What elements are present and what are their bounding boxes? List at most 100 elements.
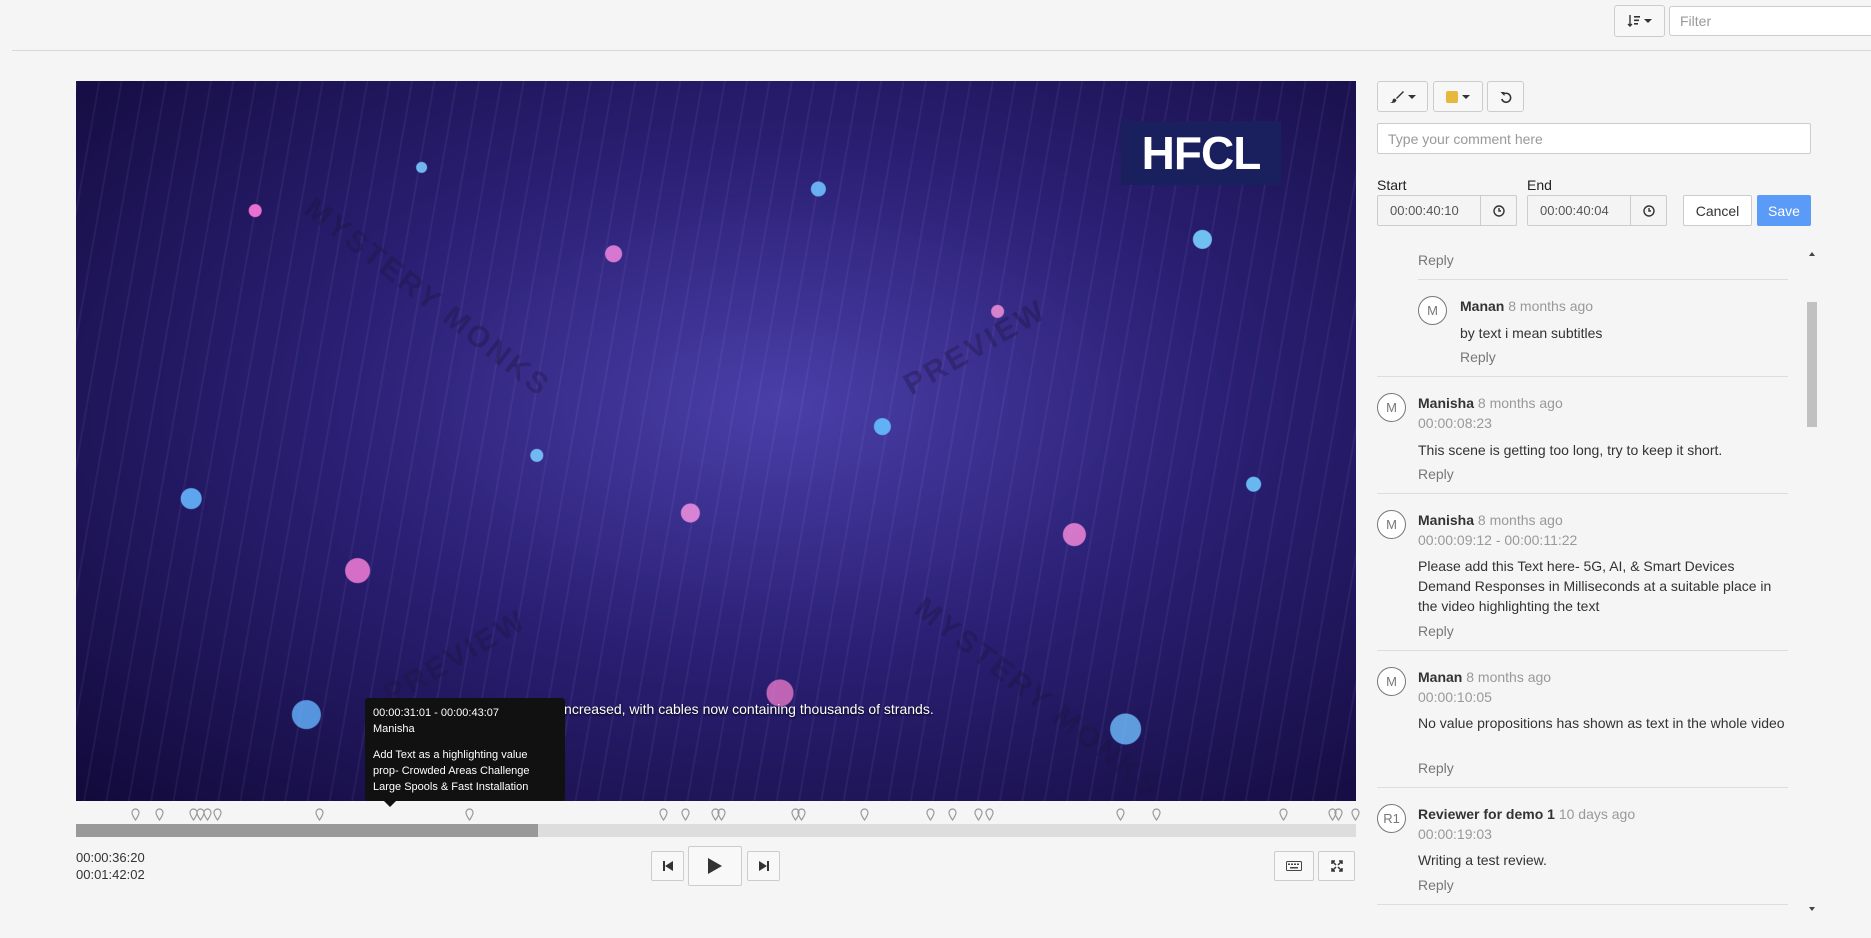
author-name: Reviewer for demo 1 [1418, 806, 1555, 822]
comment-marker-icon[interactable] [1334, 808, 1343, 821]
scroll-up-icon[interactable] [1809, 252, 1815, 256]
comment-scrollbar[interactable] [1806, 247, 1818, 917]
comment-input[interactable] [1377, 123, 1811, 154]
clock-icon [1642, 204, 1655, 217]
comment-marker-icon[interactable] [315, 808, 324, 821]
sort-amount-icon [1627, 15, 1640, 27]
comment-marker-icon[interactable] [1351, 808, 1360, 821]
set-start-time-button[interactable] [1480, 196, 1516, 225]
author-name: Manisha [1418, 512, 1475, 528]
comment-author: Manan 8 months ago [1460, 298, 1593, 314]
top-toolbar [12, 0, 1871, 51]
reply-link[interactable]: Reply [1418, 623, 1454, 639]
comment-age: 8 months ago [1508, 298, 1594, 314]
comment-text: by text i mean subtitles [1460, 325, 1603, 341]
avatar: M [1418, 296, 1447, 325]
comment-age: 8 months ago [1477, 395, 1563, 411]
comment-author: Manisha 8 months ago [1418, 512, 1563, 528]
keyboard-icon [1286, 861, 1302, 871]
comment-text: This scene is getting too long, try to k… [1418, 442, 1723, 458]
clock-icon [1492, 204, 1505, 217]
next-frame-button[interactable] [747, 851, 780, 881]
reply-link[interactable]: Reply [1418, 760, 1454, 776]
comment-text: Writing a test review. [1418, 852, 1547, 868]
filter-input[interactable] [1669, 6, 1871, 36]
avatar: M [1377, 667, 1406, 696]
comment-age: 8 months ago [1477, 512, 1563, 528]
comment-marker-icon[interactable] [1279, 808, 1288, 821]
author-name: Manan [1418, 669, 1463, 685]
previous-frame-button[interactable] [651, 851, 684, 881]
comment-marker-icon[interactable] [213, 808, 222, 821]
reply-link[interactable]: Reply [1418, 877, 1454, 893]
video-logo: HFCL [1121, 121, 1281, 185]
set-end-time-button[interactable] [1630, 196, 1666, 225]
tooltip-time-range: 00:00:31:01 - 00:00:43:07 [373, 707, 499, 719]
comment-timecode[interactable]: 00:00:08:23 [1418, 415, 1492, 431]
comment-marker-icon[interactable] [203, 808, 212, 821]
brush-tool-button[interactable] [1377, 81, 1428, 112]
comment-marker-icon[interactable] [797, 808, 806, 821]
expand-icon [1330, 860, 1343, 872]
fullscreen-button[interactable] [1318, 851, 1355, 881]
comment-marker-icon[interactable] [985, 808, 994, 821]
chevron-down-icon [1462, 94, 1470, 99]
comment-tooltip: 00:00:31:01 - 00:00:43:07 Manisha Add Te… [365, 698, 565, 801]
comment-marker-icon[interactable] [1116, 808, 1125, 821]
start-label: Start [1377, 177, 1407, 193]
comment-timecode[interactable]: 00:00:10:05 [1418, 689, 1492, 705]
comment-timecode[interactable]: 00:00:19:03 [1418, 826, 1492, 842]
end-time-field[interactable]: 00:00:40:04 [1527, 195, 1667, 226]
comment-marker-icon[interactable] [131, 808, 140, 821]
scroll-thumb[interactable] [1807, 302, 1817, 427]
comment-age: 8 months ago [1466, 669, 1552, 685]
reply-link[interactable]: Reply [1460, 349, 1496, 365]
comment-timecode[interactable]: 00:00:09:12 - 00:00:11:22 [1418, 532, 1577, 548]
progress-fill [76, 824, 539, 837]
comment-text: Please add this Text here- 5G, AI, & Sma… [1418, 558, 1772, 614]
comment-text: No value propositions has shown as text … [1418, 715, 1785, 731]
end-label: End [1527, 177, 1552, 193]
divider [1377, 787, 1788, 788]
current-time: 00:00:36:20 [76, 850, 145, 865]
avatar: M [1377, 393, 1406, 422]
comment-list: Reply M Manan 8 months ago by text i mea… [1377, 244, 1811, 914]
comment-marker-icon[interactable] [155, 808, 164, 821]
color-swatch [1446, 90, 1458, 103]
end-time-value[interactable]: 00:00:40:04 [1528, 196, 1630, 225]
start-time-field[interactable]: 00:00:40:10 [1377, 195, 1517, 226]
comment-age: 10 days ago [1558, 806, 1636, 822]
reply-link[interactable]: Reply [1418, 252, 1454, 268]
video-player[interactable]: MYSTERY MONKS PREVIEW MYSTERY MONKS PREV… [76, 81, 1356, 801]
comment-marker-icon[interactable] [717, 808, 726, 821]
cancel-button[interactable]: Cancel [1683, 195, 1752, 226]
comment-marker-icon[interactable] [1152, 808, 1161, 821]
comment-marker-icon[interactable] [974, 808, 983, 821]
author-name: Manan [1460, 298, 1505, 314]
skip-back-icon [662, 861, 673, 871]
color-picker-button[interactable] [1433, 81, 1483, 112]
comment-marker-icon[interactable] [948, 808, 957, 821]
comment-marker-icon[interactable] [926, 808, 935, 821]
play-button[interactable] [688, 846, 742, 886]
paintbrush-icon [1389, 90, 1404, 103]
comment-marker-icon[interactable] [681, 808, 690, 821]
undo-icon [1500, 91, 1511, 103]
progress-bar[interactable] [76, 824, 1356, 837]
comment-marker-icon[interactable] [659, 808, 668, 821]
comment-marker-icon[interactable] [860, 808, 869, 821]
keyboard-shortcuts-button[interactable] [1274, 851, 1314, 881]
play-icon [708, 858, 722, 874]
scroll-down-icon[interactable] [1809, 907, 1815, 911]
tooltip-arrow [384, 801, 396, 807]
total-time: 00:01:42:02 [76, 867, 145, 882]
sort-button[interactable] [1614, 5, 1665, 37]
start-time-value[interactable]: 00:00:40:10 [1378, 196, 1480, 225]
comment-marker-icon[interactable] [465, 808, 474, 821]
avatar: M [1377, 510, 1406, 539]
undo-button[interactable] [1487, 81, 1524, 112]
save-button[interactable]: Save [1757, 195, 1811, 226]
reply-link[interactable]: Reply [1418, 466, 1454, 482]
comment-author: Reviewer for demo 1 10 days ago [1418, 806, 1635, 822]
comment-author: Manisha 8 months ago [1418, 395, 1563, 411]
